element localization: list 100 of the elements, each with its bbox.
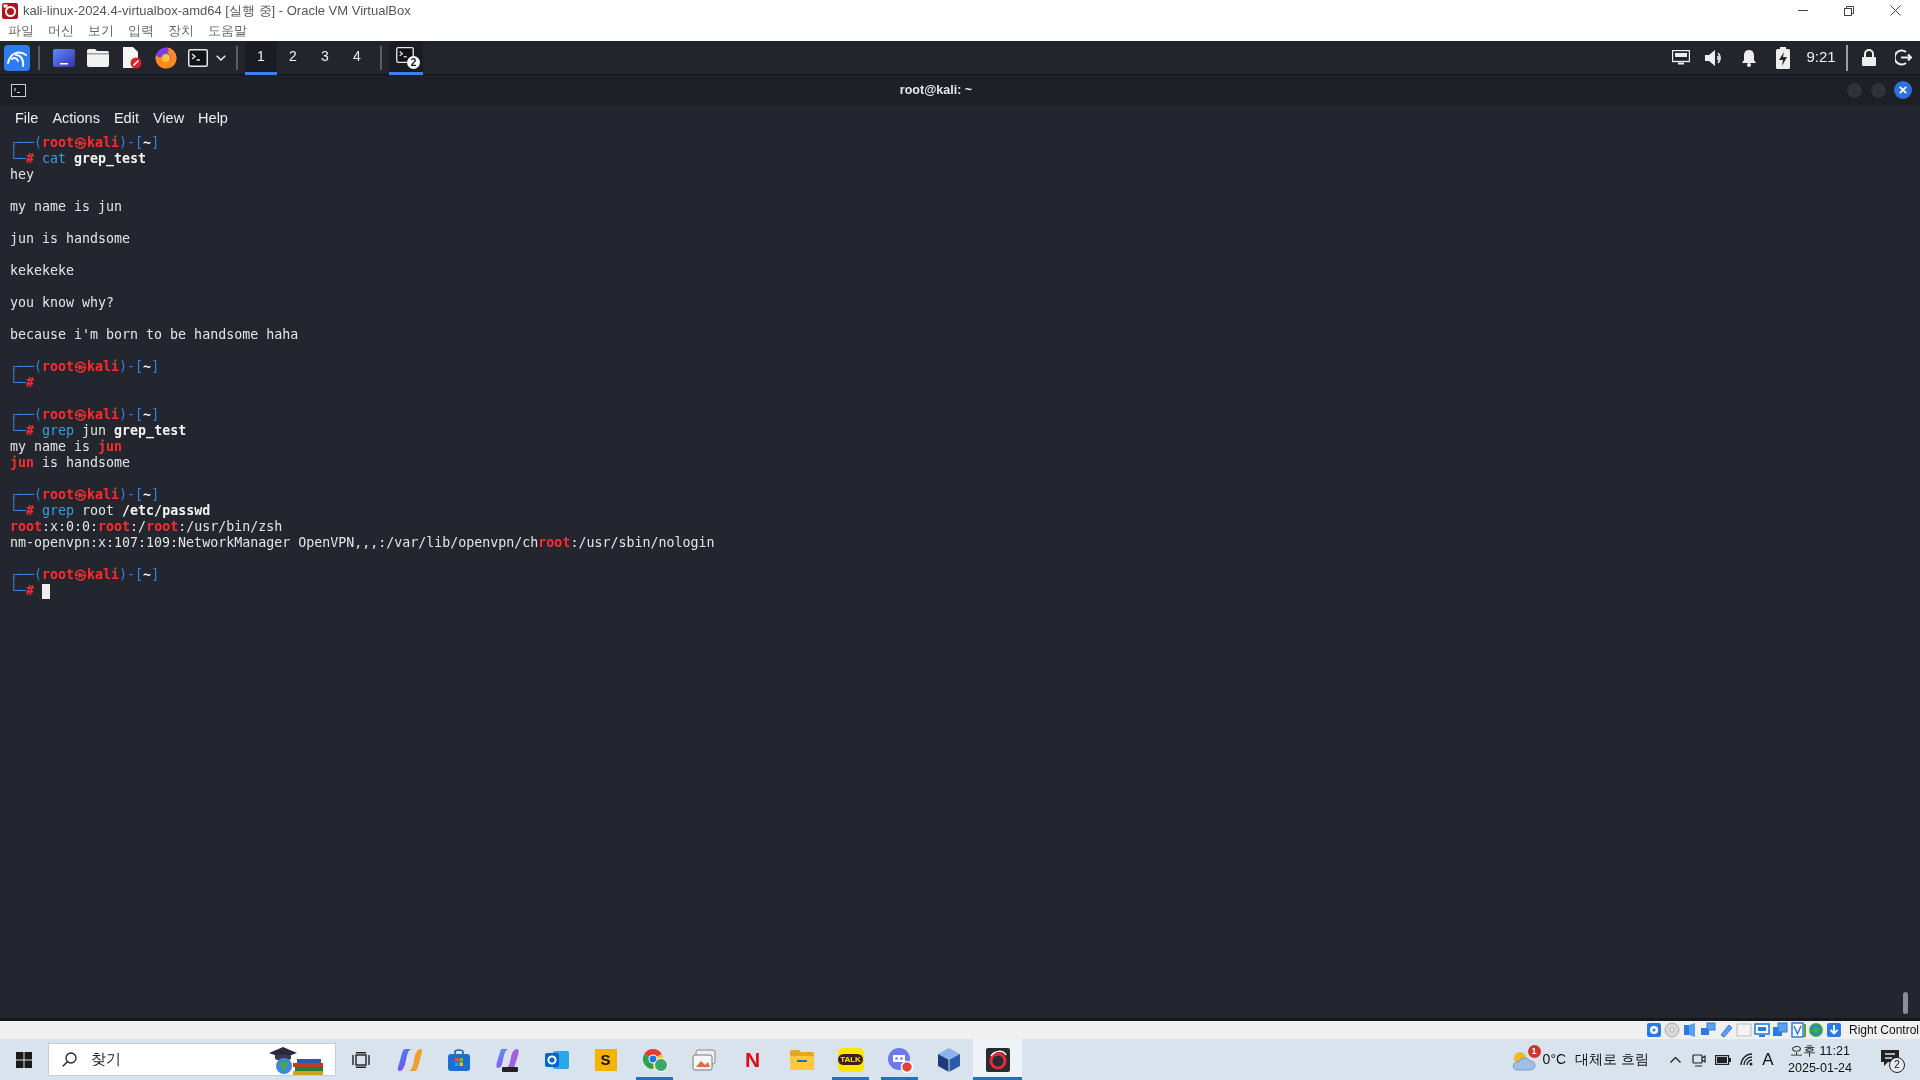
search-input[interactable]: 찾기 <box>91 1048 241 1071</box>
close-icon <box>1889 5 1901 16</box>
ring-tile-icon <box>544 1048 569 1071</box>
minimize-icon <box>1798 10 1808 11</box>
ring-disc-icon[interactable] <box>1807 1022 1824 1038</box>
close-button[interactable] <box>1894 81 1912 99</box>
menu-item[interactable]: Help <box>191 107 235 128</box>
logout-icon <box>1894 49 1912 66</box>
menu-item[interactable]: 보기 <box>81 22 121 40</box>
display-icon[interactable] <box>1753 1022 1770 1038</box>
battery-charging-icon <box>1776 46 1790 69</box>
task-view-icon <box>351 1051 370 1068</box>
prompt-line: ┌──(root㉿kali)-[~] <box>10 567 160 583</box>
output-line: you know why? <box>10 295 115 311</box>
folder-icon <box>87 48 109 67</box>
output-line: kekekeke <box>10 263 75 279</box>
menu-item[interactable]: Edit <box>106 107 146 128</box>
taskbar-app-button[interactable]: N <box>728 1039 777 1080</box>
running-indicator <box>832 1077 869 1080</box>
prompt-line: ┌──(root㉿kali)-[~] <box>10 135 160 151</box>
output-line: jun is handsome <box>10 231 131 247</box>
restore-icon <box>1844 5 1854 16</box>
menu-item[interactable]: 장치 <box>161 22 201 40</box>
lock-icon <box>1862 49 1876 66</box>
output-line: because i'm born to be handsome haha <box>10 327 299 343</box>
ring-arc-tile-icon <box>985 1047 1010 1072</box>
chevron-down-icon <box>216 54 226 61</box>
menu-item[interactable]: 머신 <box>41 22 81 40</box>
temperature-text: 0°C <box>1542 1050 1567 1069</box>
shopping-bag-icon <box>447 1048 470 1071</box>
menu-item[interactable]: View <box>145 107 192 128</box>
chat-circle-icon <box>886 1046 913 1073</box>
taskbar-app-button[interactable]: TALK <box>826 1039 875 1080</box>
photo-stack-icon <box>691 1048 716 1071</box>
chevron-up-icon <box>1669 1056 1681 1063</box>
prompt-line: ┌──(root㉿kali)-[~] <box>10 487 160 503</box>
menu-item[interactable]: 도움말 <box>201 22 254 40</box>
weather-condition-text: 대체로 흐림 <box>1575 1050 1649 1069</box>
download-icon[interactable] <box>1825 1022 1842 1038</box>
output-line: nm-openvpn:x:107:109:NetworkManager OpenVPN,,,:/var/lib/openvpn/ch root:/usr/sbin/nologin <box>10 535 715 551</box>
document-pen-icon <box>122 46 142 69</box>
clock-button[interactable]: 오후 11:21 2025-01-24 <box>1790 1042 1850 1077</box>
globe-books-illustration <box>267 1044 325 1075</box>
workspace-tab[interactable]: 3 <box>309 40 341 75</box>
close-icon <box>1899 86 1907 94</box>
running-indicator <box>881 1077 918 1080</box>
workspace-tab[interactable]: 2 <box>277 40 309 75</box>
window-title: kali-linux-2024.4-virtualbox-amd64 [실행 중] - Oracle VM VirtualBox <box>23 1 411 20</box>
clock-date: 2025-01-24 <box>1788 1059 1852 1077</box>
app-menu-button[interactable] <box>3 43 31 72</box>
output-line: my name is jun <box>10 439 123 455</box>
workspace-tab[interactable]: 1 <box>245 40 277 75</box>
logo-tile-icon <box>4 44 30 71</box>
terminal-icon <box>188 48 208 67</box>
wifi-icon[interactable] <box>1739 1053 1755 1066</box>
v-tile-icon[interactable] <box>1789 1022 1806 1038</box>
prompt-line: ┌──(root㉿kali)-[~] <box>10 407 160 423</box>
webcam-icon[interactable] <box>1692 1052 1706 1067</box>
output-line: jun is handsome <box>10 455 131 471</box>
blank-tile-icon[interactable] <box>1735 1022 1752 1038</box>
command-line: └─# cat grep_test <box>10 151 147 167</box>
overlapping-squares-icon[interactable] <box>1771 1022 1788 1038</box>
menu-item[interactable]: 입력 <box>121 22 161 40</box>
clock-time: 오후 11:21 <box>1790 1042 1850 1060</box>
prompt-line: ┌──(root㉿kali)-[~] <box>10 359 160 375</box>
input-mode-button[interactable]: A <box>1759 1046 1777 1073</box>
weather-alert-badge: 1 <box>1527 1044 1541 1058</box>
slanted-strokes-tile-icon <box>495 1047 520 1072</box>
menu-item[interactable]: Actions <box>45 107 107 128</box>
circle-logo-icon <box>641 1047 668 1072</box>
windows-logo-icon <box>16 1051 32 1068</box>
taskbar-app-button[interactable] <box>973 1039 1022 1080</box>
monitor-icon <box>1672 50 1690 65</box>
scroll-bar[interactable] <box>1903 992 1908 1014</box>
command-line: └─# grep root /etc/passwd <box>10 503 211 519</box>
letter-tile-icon: S <box>594 1048 617 1071</box>
panel-clock: 9:21 <box>1805 47 1837 68</box>
menu-item[interactable]: 파일 <box>1 22 41 40</box>
letter-logo-icon: N <box>744 1048 761 1071</box>
desktop-icon <box>53 48 75 67</box>
running-indicator <box>973 1077 1022 1080</box>
chat-tile-icon: TALK <box>837 1047 864 1072</box>
battery-icon[interactable] <box>1715 1054 1731 1065</box>
speaker-icon[interactable] <box>1681 1022 1698 1038</box>
menu-item[interactable]: File <box>8 107 46 128</box>
stacked-squares-icon[interactable] <box>1699 1022 1716 1038</box>
bell-icon <box>1741 48 1757 67</box>
search-bar[interactable]: 찾기 <box>48 1043 336 1076</box>
output-line: hey <box>10 167 35 183</box>
workspace-tab[interactable]: 4 <box>341 40 373 75</box>
running-indicator <box>636 1077 673 1080</box>
terminal-title: root@kali: ~ <box>899 81 973 99</box>
command-line: └─# grep jun grep_test <box>10 423 187 439</box>
folder-icon <box>789 1049 814 1070</box>
taskbar-app-button[interactable]: S <box>581 1039 630 1080</box>
command-line: └─# <box>10 583 35 599</box>
host-key-label: Right Control <box>1848 1022 1919 1039</box>
terminal-window-icon <box>11 83 26 97</box>
search-icon <box>62 1052 77 1067</box>
output-line: my name is jun <box>10 199 123 215</box>
